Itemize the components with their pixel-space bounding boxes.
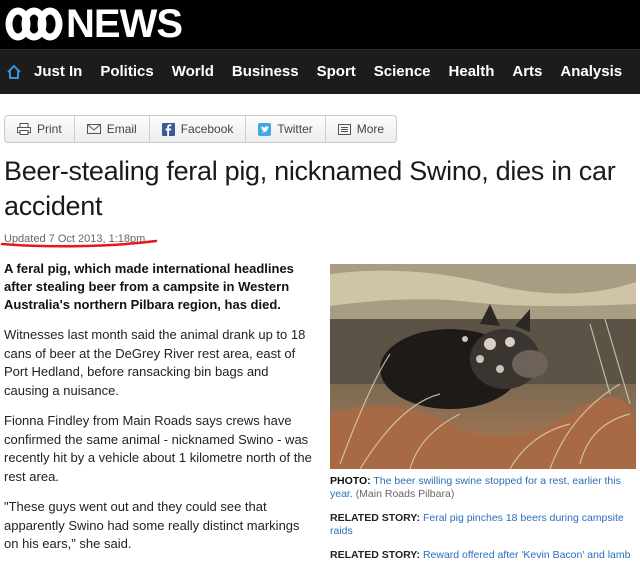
more-label: More — [356, 122, 385, 136]
facebook-icon — [161, 122, 175, 136]
twitter-icon — [258, 122, 272, 136]
related-story: RELATED STORY: Reward offered after 'Kev… — [330, 549, 635, 562]
share-toolbar: Print Email Facebook Twitter More — [4, 115, 398, 143]
home-icon — [7, 64, 21, 79]
facebook-button[interactable]: Facebook — [150, 116, 247, 142]
article-paragraph: "These guys went out and they could see … — [4, 499, 300, 551]
related-label: RELATED STORY: — [330, 512, 421, 524]
nav-item-sport[interactable]: Sport — [308, 50, 365, 94]
main-nav: Just In Politics World Business Sport Sc… — [0, 49, 640, 94]
nav-item-arts[interactable]: Arts — [503, 50, 551, 94]
twitter-label: Twitter — [277, 122, 313, 136]
masthead: NEWS — [0, 0, 640, 49]
home-button[interactable] — [0, 50, 28, 94]
article-body: A feral pig, which made international he… — [4, 260, 316, 566]
print-button[interactable]: Print — [5, 116, 75, 142]
caption-label: PHOTO: — [330, 475, 371, 487]
article-paragraph: Witnesses last month said the animal dra… — [4, 327, 306, 398]
print-icon — [17, 123, 31, 135]
article-lede: A feral pig, which made international he… — [4, 261, 294, 312]
caption-credit: (Main Roads Pilbara) — [355, 488, 455, 500]
print-label: Print — [37, 122, 62, 136]
article-paragraph: Fionna Findley from Main Roads says crew… — [4, 413, 312, 484]
twitter-button[interactable]: Twitter — [246, 116, 326, 142]
abc-logo-icon — [5, 7, 63, 41]
article-photo[interactable] — [330, 264, 636, 469]
related-link[interactable]: Reward offered after 'Kevin Bacon' and l… — [423, 549, 631, 561]
nav-item-business[interactable]: Business — [223, 50, 308, 94]
article-headline: Beer-stealing feral pig, nicknamed Swino… — [4, 156, 616, 221]
nav-item-just-in[interactable]: Just In — [28, 50, 91, 94]
more-icon — [337, 123, 351, 135]
logo-text: NEWS — [66, 2, 183, 46]
nav-item-world[interactable]: World — [163, 50, 223, 94]
facebook-label: Facebook — [180, 122, 234, 136]
nav-item-analysis[interactable]: Analysis — [551, 50, 631, 94]
email-label: Email — [106, 122, 137, 136]
related-label: RELATED STORY: — [330, 549, 421, 561]
more-button[interactable]: More — [326, 116, 396, 142]
abc-news-logo[interactable]: NEWS — [4, 2, 183, 46]
email-icon — [86, 124, 101, 134]
nav-item-politics[interactable]: Politics — [91, 50, 162, 94]
nav-item-health[interactable]: Health — [440, 50, 504, 94]
photo-caption: PHOTO: The beer swilling swine stopped f… — [330, 475, 635, 501]
related-story: RELATED STORY: Feral pig pinches 18 beer… — [330, 512, 635, 538]
highlight-underline — [0, 239, 158, 248]
nav-item-science[interactable]: Science — [365, 50, 440, 94]
email-button[interactable]: Email — [75, 116, 150, 142]
